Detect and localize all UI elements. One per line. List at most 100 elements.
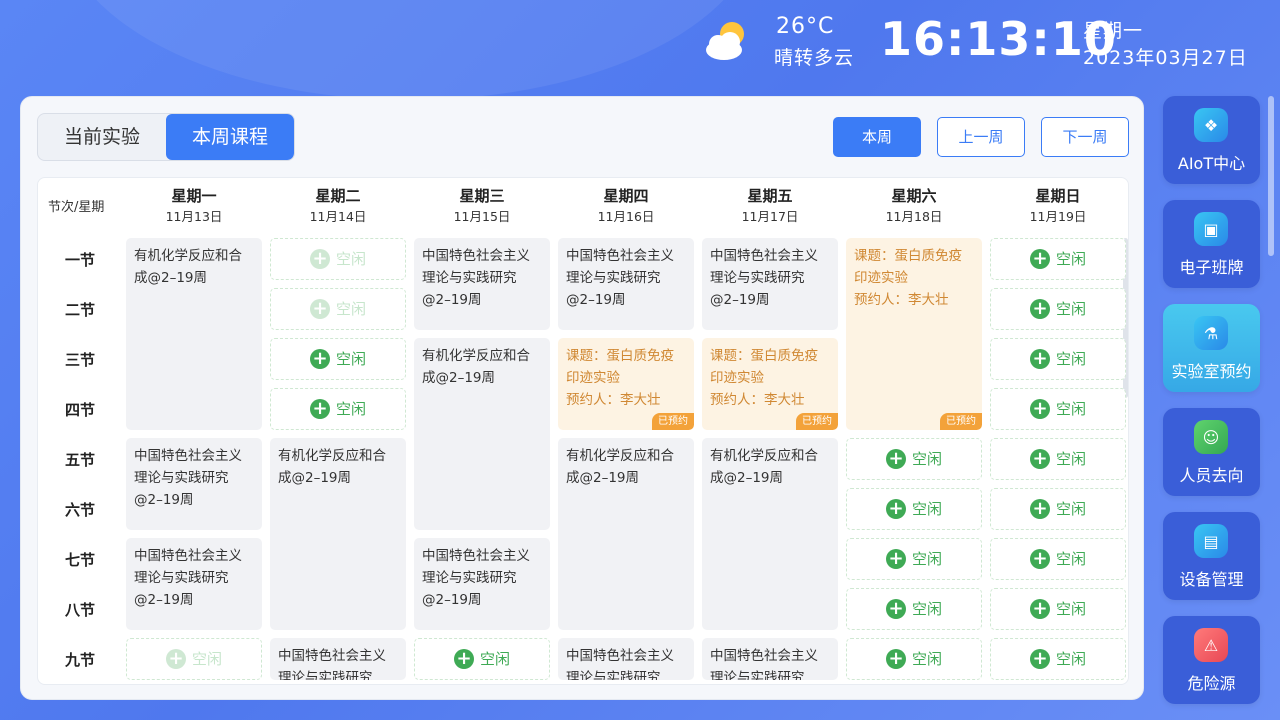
- day-header: 星期五 11月17日: [702, 186, 838, 226]
- free-label: 空闲: [335, 350, 366, 368]
- day-header: 星期二 11月14日: [270, 186, 406, 226]
- course-name: 中国特色社会主义理论与实践研究@2–19周: [134, 548, 242, 608]
- sidebar-item-person[interactable]: ☺ 人员去向: [1163, 408, 1260, 496]
- course-card[interactable]: 中国特色社会主义理论与实践研究@2–19周: [414, 238, 550, 330]
- prev-week-button[interactable]: 上一周: [937, 117, 1025, 157]
- course-card[interactable]: 中国特色社会主义理论与实践研究@2–19周: [702, 238, 838, 330]
- free-slot[interactable]: + 空闲: [990, 388, 1126, 430]
- plus-icon: +: [1029, 399, 1050, 419]
- free-slot[interactable]: + 空闲: [990, 288, 1126, 330]
- reserved-badge: 已预约: [940, 413, 982, 430]
- flask-icon: ⚗: [1194, 316, 1228, 350]
- course-name: 有机化学反应和合成@2–19周: [278, 448, 386, 486]
- sidebar-item-label: 实验室预约: [1171, 362, 1252, 381]
- appointment-card[interactable]: 课题：蛋白质免疫印迹实验预约人：李大壮已预约: [702, 338, 838, 430]
- course-card[interactable]: 有机化学反应和合成@2–19周: [414, 338, 550, 530]
- warning-icon: ⚠: [1194, 628, 1228, 662]
- plus-icon: +: [885, 499, 906, 519]
- course-card[interactable]: 中国特色社会主义理论与实践研究@2–19周: [126, 538, 262, 630]
- free-slot[interactable]: + 空闲: [990, 438, 1126, 480]
- plus-icon: +: [1029, 649, 1050, 669]
- schedule-panel: 当前实验 本周课程 本周 上一周 下一周 节次/星期 星期一 11月13日 星期二 1…: [20, 96, 1144, 700]
- free-slot[interactable]: + 空闲: [846, 538, 982, 580]
- tab-bar: 当前实验 本周课程: [37, 113, 295, 161]
- appointment-person: 预约人：李大壮: [854, 292, 949, 308]
- appointment-card[interactable]: 课题：蛋白质免疫印迹实验 预约人：李大壮 已预约: [846, 238, 982, 430]
- course-card[interactable]: 中国特色社会主义理论与实践研究@2–19周: [270, 638, 406, 680]
- course-card[interactable]: 中国特色社会主义理论与实践研究@2–19周: [126, 438, 262, 530]
- day-date: 11月15日: [453, 209, 511, 224]
- free-slot[interactable]: + 空闲: [846, 488, 982, 530]
- free-slot[interactable]: + 空闲: [270, 338, 406, 380]
- free-slot[interactable]: + 空闲: [990, 538, 1126, 580]
- day-name: 星期二: [315, 187, 361, 205]
- free-slot[interactable]: + 空闲: [846, 438, 982, 480]
- tab-weekly-courses[interactable]: 本周课程: [166, 114, 294, 160]
- reserved-badge: 已预约: [796, 413, 838, 430]
- free-label: 空闲: [1055, 350, 1086, 368]
- plus-icon: +: [1029, 349, 1050, 369]
- course-card[interactable]: 中国特色社会主义理论与实践研究@2–19周: [558, 238, 694, 330]
- appointment-card[interactable]: 课题：蛋白质免疫印迹实验预约人：李大壮已预约: [558, 338, 694, 430]
- course-name: 有机化学反应和合成@2–19周: [422, 348, 530, 386]
- tab-current-experiment[interactable]: 当前实验: [38, 114, 166, 160]
- course-card[interactable]: 有机化学反应和合成@2–19周: [558, 438, 694, 630]
- course-card[interactable]: 中国特色社会主义理论与实践研究@2–19周: [702, 638, 838, 680]
- weather-description: 晴转多云: [774, 47, 855, 69]
- sidebar-scrollbar[interactable]: [1268, 96, 1274, 256]
- sidebar-item-label: 危险源: [1187, 674, 1236, 693]
- free-slot[interactable]: + 空闲: [270, 238, 406, 280]
- course-card[interactable]: 中国特色社会主义理论与实践研究@2–19周: [558, 638, 694, 680]
- day-header: 星期日 11月19日: [990, 186, 1126, 226]
- day-name: 星期四: [603, 187, 649, 205]
- free-slot[interactable]: + 空闲: [990, 238, 1126, 280]
- period-label: 七节: [64, 551, 95, 569]
- this-week-button[interactable]: 本周: [833, 117, 921, 157]
- course-card[interactable]: 有机化学反应和合成@2–19周: [270, 438, 406, 630]
- reserved-badge: 已预约: [652, 413, 694, 430]
- course-card[interactable]: 有机化学反应和合成@2–19周: [702, 438, 838, 630]
- appointment-person: 预约人：李大壮: [566, 392, 661, 408]
- schedule-table: 节次/星期 星期一 11月13日 星期二 11月14日 星期三 11月15日 星期四 11月1…: [37, 177, 1129, 685]
- next-week-button[interactable]: 下一周: [1041, 117, 1129, 157]
- free-slot[interactable]: + 空闲: [270, 388, 406, 430]
- current-date: 2023年03月27日: [1083, 47, 1248, 69]
- free-slot[interactable]: + 空闲: [414, 638, 550, 680]
- sidebar-item-device[interactable]: ▤ 设备管理: [1163, 512, 1260, 600]
- course-card[interactable]: 中国特色社会主义理论与实践研究@2–19周: [414, 538, 550, 630]
- free-label: 空闲: [911, 450, 942, 468]
- appointment-topic: 课题：蛋白质免疫印迹实验: [566, 348, 674, 386]
- course-name: 中国特色社会主义理论与实践研究@2–19周: [710, 248, 818, 308]
- course-name: 中国特色社会主义理论与实践研究@2–19周: [422, 548, 530, 608]
- sidebar-item-cube[interactable]: ❖ AIoT中心: [1163, 96, 1260, 184]
- free-slot[interactable]: + 空闲: [990, 588, 1126, 630]
- course-card[interactable]: 有机化学反应和合成@2–19周: [126, 238, 262, 430]
- course-name: 中国特色社会主义理论与实践研究@2–19周: [134, 448, 242, 508]
- cube-icon: ❖: [1194, 108, 1228, 142]
- appointment-person: 预约人：李大壮: [710, 392, 805, 408]
- free-label: 空闲: [1055, 650, 1086, 668]
- day-name: 星期三: [459, 187, 505, 205]
- sidebar-item-flask[interactable]: ⚗ 实验室预约: [1163, 304, 1260, 392]
- free-slot[interactable]: + 空闲: [846, 588, 982, 630]
- free-slot[interactable]: + 空闲: [126, 638, 262, 680]
- free-slot[interactable]: + 空闲: [990, 338, 1126, 380]
- sidebar-item-monitor[interactable]: ▣ 电子班牌: [1163, 200, 1260, 288]
- device-icon: ▤: [1194, 524, 1228, 558]
- course-name: 有机化学反应和合成@2–19周: [710, 448, 818, 486]
- free-slot[interactable]: + 空闲: [990, 638, 1126, 680]
- appointment-topic: 课题：蛋白质免疫印迹实验: [710, 348, 818, 386]
- day-header: 星期六 11月18日: [846, 186, 982, 226]
- free-slot[interactable]: + 空闲: [270, 288, 406, 330]
- free-label: 空闲: [911, 650, 942, 668]
- course-name: 有机化学反应和合成@2–19周: [566, 448, 674, 486]
- free-label: 空闲: [911, 500, 942, 518]
- sidebar-item-warning[interactable]: ⚠ 危险源: [1163, 616, 1260, 704]
- course-name: 中国特色社会主义理论与实践研究@2–19周: [710, 648, 818, 680]
- free-label: 空闲: [1055, 550, 1086, 568]
- day-date: 11月17日: [741, 209, 799, 224]
- free-slot[interactable]: + 空闲: [990, 488, 1126, 530]
- free-label: 空闲: [191, 650, 222, 668]
- day-date: 11月16日: [597, 209, 655, 224]
- free-slot[interactable]: + 空闲: [846, 638, 982, 680]
